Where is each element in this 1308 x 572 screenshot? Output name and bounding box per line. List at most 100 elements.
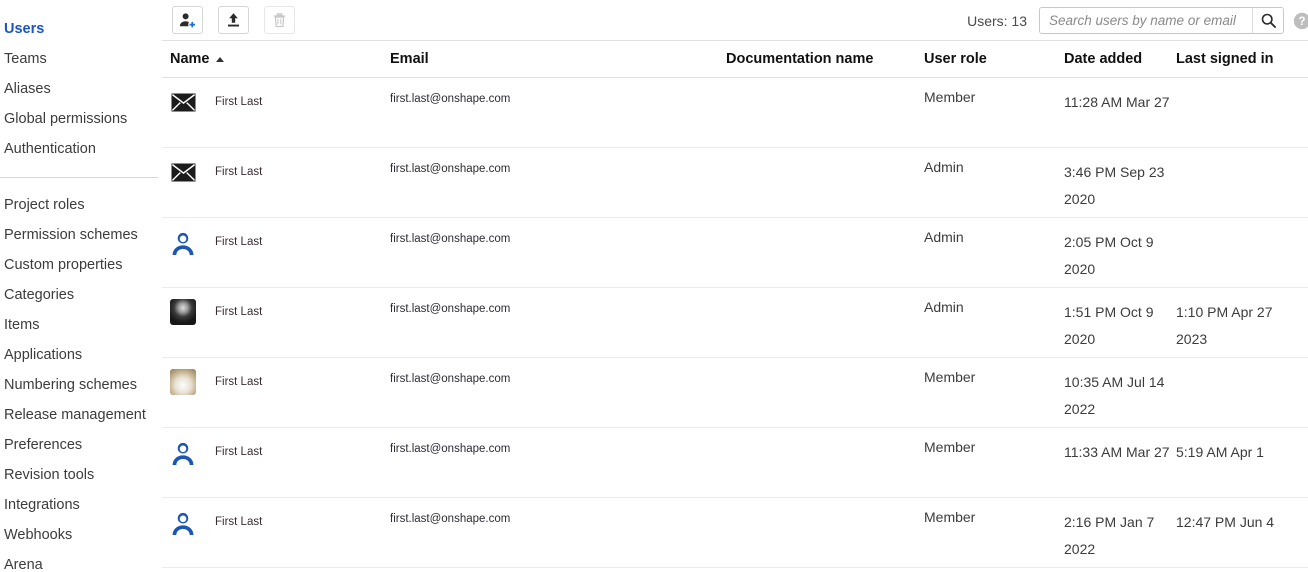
- sidebar-item-authentication[interactable]: Authentication: [0, 134, 162, 164]
- sidebar-item-project-roles[interactable]: Project roles: [0, 190, 162, 220]
- column-header-label: Last signed in: [1176, 51, 1274, 67]
- sidebar-item-preferences[interactable]: Preferences: [0, 430, 162, 460]
- table-row[interactable]: First Last first.last@onshape.com Member 11…: [162, 78, 1308, 148]
- cell-last-signed-in: 5:19 AM Apr 1: [1176, 439, 1286, 466]
- column-header-documentation-name[interactable]: Documentation name: [726, 51, 924, 67]
- cell-user-role-text: Member: [924, 439, 976, 455]
- cell-user-role: Admin: [924, 229, 1064, 247]
- table-row[interactable]: First Last first.last@onshape.com Member 10…: [162, 358, 1308, 428]
- sidebar-item-users[interactable]: Users: [0, 14, 162, 44]
- cell-user-role-text: Admin: [924, 159, 964, 175]
- table-row[interactable]: First Last first.last@onshape.com Member 11…: [162, 428, 1308, 498]
- cell-date-added: 10:35 AM Jul 14 2022: [1064, 369, 1176, 423]
- users-main-panel: Users: 13 ?: [162, 0, 1308, 572]
- sidebar-item-teams[interactable]: Teams: [0, 44, 162, 74]
- cell-date-added-text: 10:35 AM Jul 14 2022: [1064, 374, 1165, 417]
- column-header-name[interactable]: Name: [162, 51, 390, 67]
- sidebar-item-applications[interactable]: Applications: [0, 340, 162, 370]
- cell-last-signed-in-text: 1:10 PM Apr 27 2023: [1176, 304, 1273, 347]
- cell-email-text: first.last@onshape.com: [390, 163, 511, 175]
- cell-date-added-text: 1:51 PM Oct 9 2020: [1064, 304, 1154, 347]
- sidebar-item-categories[interactable]: Categories: [0, 280, 162, 310]
- cell-user-role-text: Member: [924, 89, 976, 105]
- sidebar-divider: [0, 177, 158, 178]
- sidebar-item-label: Categories: [4, 287, 75, 303]
- search-icon: [1261, 13, 1276, 28]
- sidebar-item-revision-tools[interactable]: Revision tools: [0, 460, 162, 490]
- upload-users-button[interactable]: [218, 6, 249, 34]
- table-row[interactable]: First Last first.last@onshape.com Member 2:…: [162, 498, 1308, 568]
- sidebar-item-webhooks[interactable]: Webhooks: [0, 520, 162, 550]
- sidebar-item-numbering-schemes[interactable]: Numbering schemes: [0, 370, 162, 400]
- user-name: First Last: [215, 516, 263, 528]
- column-header-label: Name: [170, 51, 210, 67]
- delete-users-button[interactable]: [264, 6, 295, 34]
- sidebar-item-items[interactable]: Items: [0, 310, 162, 340]
- column-header-label: User role: [924, 51, 987, 67]
- toolbar-right-cluster: Users: 13 ?: [967, 0, 1308, 41]
- cell-email: first.last@onshape.com: [390, 229, 726, 247]
- sidebar-item-label: Permission schemes: [4, 227, 138, 243]
- cell-name: First Last: [162, 159, 390, 185]
- column-header-email[interactable]: Email: [390, 51, 726, 67]
- sidebar-item-label: Aliases: [4, 81, 51, 97]
- cell-email-text: first.last@onshape.com: [390, 373, 511, 385]
- table-row[interactable]: First Last first.last@onshape.com Admin 3:4…: [162, 148, 1308, 218]
- sidebar-item-release-management[interactable]: Release management: [0, 400, 162, 430]
- sidebar-item-integrations[interactable]: Integrations: [0, 490, 162, 520]
- cell-email: first.last@onshape.com: [390, 369, 726, 387]
- trash-icon: [273, 12, 286, 27]
- cell-last-signed-in: 12:47 PM Jun 4: [1176, 509, 1286, 536]
- table-row[interactable]: First Last first.last@onshape.com Admin 1:5…: [162, 288, 1308, 358]
- sidebar-item-permission-schemes[interactable]: Permission schemes: [0, 220, 162, 250]
- cell-date-added: 2:05 PM Oct 9 2020: [1064, 229, 1176, 283]
- cell-date-added: 11:33 AM Mar 27: [1064, 439, 1176, 466]
- cell-user-role: Admin: [924, 159, 1064, 177]
- column-header-user-role[interactable]: User role: [924, 51, 1064, 67]
- person-avatar-icon: [170, 229, 196, 255]
- cell-date-added-text: 2:16 PM Jan 7 2022: [1064, 514, 1155, 557]
- sidebar-item-custom-properties[interactable]: Custom properties: [0, 250, 162, 280]
- column-header-label: Email: [390, 51, 429, 67]
- person-avatar-icon: [170, 509, 196, 535]
- column-header-label: Documentation name: [726, 51, 874, 67]
- cell-email: first.last@onshape.com: [390, 299, 726, 317]
- cell-name: First Last: [162, 369, 390, 395]
- sidebar-item-arena[interactable]: Arena: [0, 550, 162, 572]
- column-header-date-added[interactable]: Date added: [1064, 51, 1176, 67]
- column-header-last-signed-in[interactable]: Last signed in: [1176, 51, 1286, 67]
- users-table-body: First Last first.last@onshape.com Member 11…: [162, 78, 1308, 568]
- add-user-button[interactable]: [172, 6, 203, 34]
- cell-user-role: Member: [924, 509, 1064, 527]
- user-name: First Last: [215, 236, 263, 248]
- photo-dark-avatar: [170, 299, 196, 325]
- cell-date-added-text: 11:28 AM Mar 27: [1064, 94, 1170, 110]
- cell-email-text: first.last@onshape.com: [390, 513, 511, 525]
- cell-date-added: 2:16 PM Jan 7 2022: [1064, 509, 1176, 563]
- cell-email-text: first.last@onshape.com: [390, 303, 511, 315]
- sidebar-item-aliases[interactable]: Aliases: [0, 74, 162, 104]
- search-input[interactable]: [1040, 8, 1252, 33]
- cell-user-role: Member: [924, 439, 1064, 457]
- upload-icon: [228, 12, 239, 26]
- sidebar-item-label: Project roles: [4, 197, 85, 213]
- envelope-icon: [170, 159, 196, 185]
- search-button[interactable]: [1252, 8, 1283, 33]
- help-icon[interactable]: ?: [1293, 12, 1308, 30]
- sidebar-item-label: Integrations: [4, 497, 80, 513]
- cell-date-added-text: 11:33 AM Mar 27: [1064, 444, 1170, 460]
- sort-ascending-icon: [215, 56, 224, 62]
- sidebar-item-label: Teams: [4, 51, 47, 67]
- cell-email-text: first.last@onshape.com: [390, 443, 511, 455]
- cell-date-added: 3:46 PM Sep 23 2020: [1064, 159, 1176, 213]
- cell-name: First Last: [162, 229, 390, 255]
- cell-last-signed-in-text: 12:47 PM Jun 4: [1176, 514, 1275, 530]
- sidebar-item-global-permissions[interactable]: Global permissions: [0, 104, 162, 134]
- cell-last-signed-in: 1:10 PM Apr 27 2023: [1176, 299, 1286, 353]
- cell-date-added-text: 3:46 PM Sep 23 2020: [1064, 164, 1165, 207]
- sidebar-item-label: Authentication: [4, 141, 96, 157]
- cell-date-added-text: 2:05 PM Oct 9 2020: [1064, 234, 1154, 277]
- table-row[interactable]: First Last first.last@onshape.com Admin 2:0…: [162, 218, 1308, 288]
- cell-last-signed-in-text: 5:19 AM Apr 1: [1176, 444, 1264, 460]
- cell-user-role-text: Member: [924, 509, 976, 525]
